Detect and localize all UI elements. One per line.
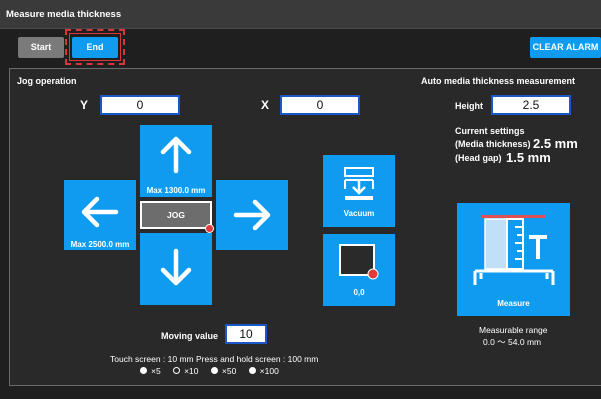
jog-section-title: Jog operation (17, 76, 77, 86)
measure-label: Measure (497, 299, 530, 308)
origin-button[interactable]: 0,0 (323, 234, 395, 306)
arrow-left-icon (81, 196, 119, 228)
arrow-up-icon (160, 136, 192, 174)
window-titlebar: Measure media thickness (0, 0, 601, 29)
media-thickness-value: 2.5 mm (533, 136, 578, 151)
multiplier-radio-group: ×5 ×10 ×50 ×100 (140, 366, 289, 376)
multiplier-x100[interactable]: ×100 (248, 366, 279, 376)
radio-selected-icon (173, 367, 181, 374)
radio-dot-icon (210, 367, 218, 374)
vacuum-button[interactable]: Vacuum (323, 155, 395, 227)
jog-right-button[interactable] (216, 180, 288, 250)
multiplier-x50[interactable]: ×50 (210, 366, 236, 376)
start-button[interactable]: Start (18, 37, 64, 58)
jog-down-button[interactable] (140, 233, 212, 305)
measure-button[interactable]: Measure (457, 203, 570, 316)
measure-gauge-icon (473, 215, 555, 285)
moving-value-label: Moving value (161, 331, 219, 341)
end-button[interactable]: End (72, 37, 118, 58)
y-axis-label: Y (80, 98, 89, 112)
x-axis-label: X (261, 98, 270, 112)
window-title: Measure media thickness (6, 9, 122, 20)
jog-center-button[interactable]: JOG (140, 201, 212, 229)
jog-indicator-dot (205, 224, 214, 233)
x-value-field[interactable]: 0 (280, 95, 360, 115)
jog-left-button[interactable]: Max 2500.0 mm (64, 180, 136, 250)
height-label: Height (455, 101, 483, 111)
moving-value-hint: Touch screen : 10 mm Press and hold scre… (110, 354, 319, 364)
head-gap-label: (Head gap) (455, 153, 502, 163)
origin-icon (339, 244, 379, 280)
vacuum-icon (344, 167, 374, 200)
radio-dot-icon (140, 367, 147, 374)
arrow-down-icon (160, 248, 192, 286)
range-label: Measurable range (479, 325, 548, 335)
range-value: 0.0 ～ 54.0 mm (483, 337, 542, 347)
multiplier-x5[interactable]: ×5 (140, 366, 161, 376)
multiplier-x10[interactable]: ×10 (173, 366, 199, 376)
media-thickness-label: (Media thickness) (455, 139, 531, 149)
vacuum-label: Vacuum (343, 209, 375, 218)
y-value-field[interactable]: 0 (100, 95, 180, 115)
auto-section-title: Auto media thickness measurement (421, 76, 576, 86)
jog-up-caption: Max 1300.0 mm (146, 186, 206, 195)
moving-value-field[interactable]: 10 (225, 324, 267, 344)
origin-label: 0,0 (353, 288, 365, 297)
height-field[interactable]: 2.5 (491, 95, 571, 115)
current-settings-label: Current settings (455, 126, 525, 136)
head-gap-value: 1.5 mm (506, 150, 551, 165)
jog-up-button[interactable]: Max 1300.0 mm (140, 125, 212, 197)
clear-alarm-button[interactable]: CLEAR ALARM (530, 37, 601, 58)
arrow-right-icon (233, 199, 271, 231)
radio-dot-icon (248, 367, 256, 374)
jog-left-caption: Max 2500.0 mm (70, 240, 130, 249)
